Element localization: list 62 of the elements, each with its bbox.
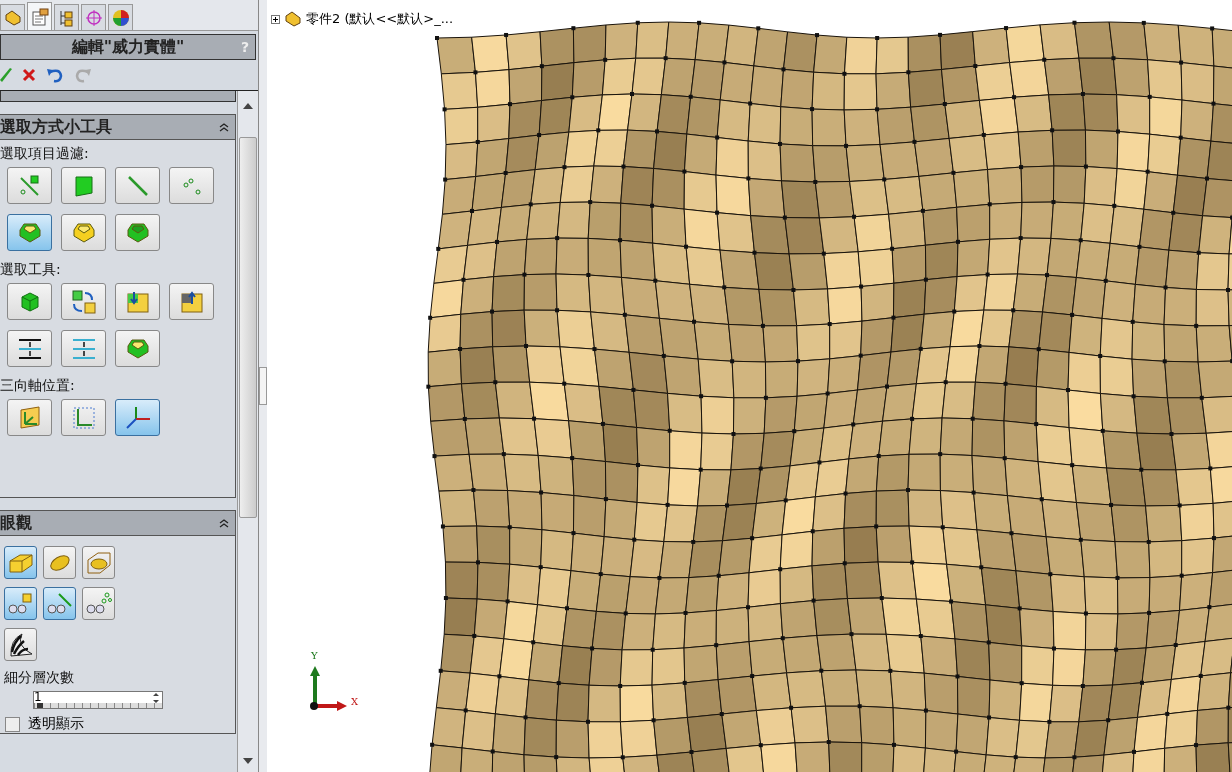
group-label: 選取項目過濾: <box>0 145 90 163</box>
grid-down-arrow-icon <box>125 289 150 314</box>
collapse-chevron-icon[interactable] <box>219 122 229 132</box>
body-icon <box>17 221 42 244</box>
triad-icon <box>124 404 151 431</box>
wireframe-box-icon <box>85 550 112 575</box>
edge-vertex-icon <box>18 174 41 197</box>
glasses-icon <box>7 591 34 616</box>
property-sheet-icon <box>30 7 49 26</box>
section-title: 選取方式小工具 <box>0 116 112 138</box>
plane-axes-icon <box>17 405 42 430</box>
plane-arrows-icon <box>71 337 96 360</box>
dashed-axes-icon <box>71 405 96 430</box>
body-icon <box>71 221 96 244</box>
tree-item[interactable]: 零件2 (默认<<默认>_... <box>306 10 454 28</box>
scrollbar-thumb[interactable] <box>239 137 257 518</box>
tool-button[interactable] <box>7 330 52 367</box>
part-icon <box>284 10 302 28</box>
body-icon <box>125 221 150 244</box>
spin-arrows-icon[interactable] <box>152 690 160 705</box>
panel-tab[interactable] <box>0 4 25 30</box>
splitter-grip-icon[interactable] <box>259 367 267 405</box>
tool-button[interactable] <box>4 628 37 661</box>
scrollbar[interactable] <box>237 91 258 772</box>
edge-icon <box>126 174 149 197</box>
glasses-icon <box>46 591 73 616</box>
tree-icon <box>57 8 76 27</box>
body-icon <box>125 337 150 360</box>
panel-tab[interactable] <box>81 4 106 30</box>
checkbox[interactable] <box>5 716 20 732</box>
crosshair-icon <box>84 8 103 27</box>
group-label: 選取工具: <box>0 261 62 279</box>
ellipsoid-icon <box>47 553 72 572</box>
zebra-stripes-icon <box>7 631 34 658</box>
field-label: 細分層次數 <box>4 669 75 687</box>
panel-tab[interactable] <box>108 4 133 30</box>
cancel-icon[interactable] <box>22 68 36 82</box>
panel-tab[interactable] <box>27 2 52 30</box>
axis-label: Y <box>311 650 318 661</box>
cube-icon <box>18 290 41 313</box>
subdivision-slider[interactable] <box>34 703 162 708</box>
collapse-chevron-icon[interactable] <box>219 518 229 528</box>
color-wheel-icon <box>111 8 130 27</box>
grid-up-arrow-icon <box>179 289 204 314</box>
ok-check-icon[interactable] <box>0 68 12 82</box>
section-title: 眼觀 <box>0 512 32 534</box>
scroll-down-icon[interactable] <box>243 758 253 764</box>
checkbox-label: 透明顯示 <box>28 715 84 733</box>
subdivision-spin-field[interactable]: 1 <box>33 691 163 709</box>
panel-title: 編輯"威力實體" <box>71 36 185 58</box>
panel-tab[interactable] <box>54 4 79 30</box>
grid-swap-icon <box>71 289 96 314</box>
undo-icon[interactable] <box>46 67 64 83</box>
part-icon <box>3 8 22 27</box>
glasses-icon <box>85 591 112 616</box>
group-label: 三向軸位置: <box>0 377 76 395</box>
face-icon <box>72 174 95 197</box>
plane-arrows-icon <box>17 337 42 360</box>
box-icon <box>7 551 34 574</box>
slider-thumb[interactable] <box>36 703 43 708</box>
scroll-up-icon[interactable] <box>243 103 253 109</box>
axis-label: X <box>351 696 359 707</box>
